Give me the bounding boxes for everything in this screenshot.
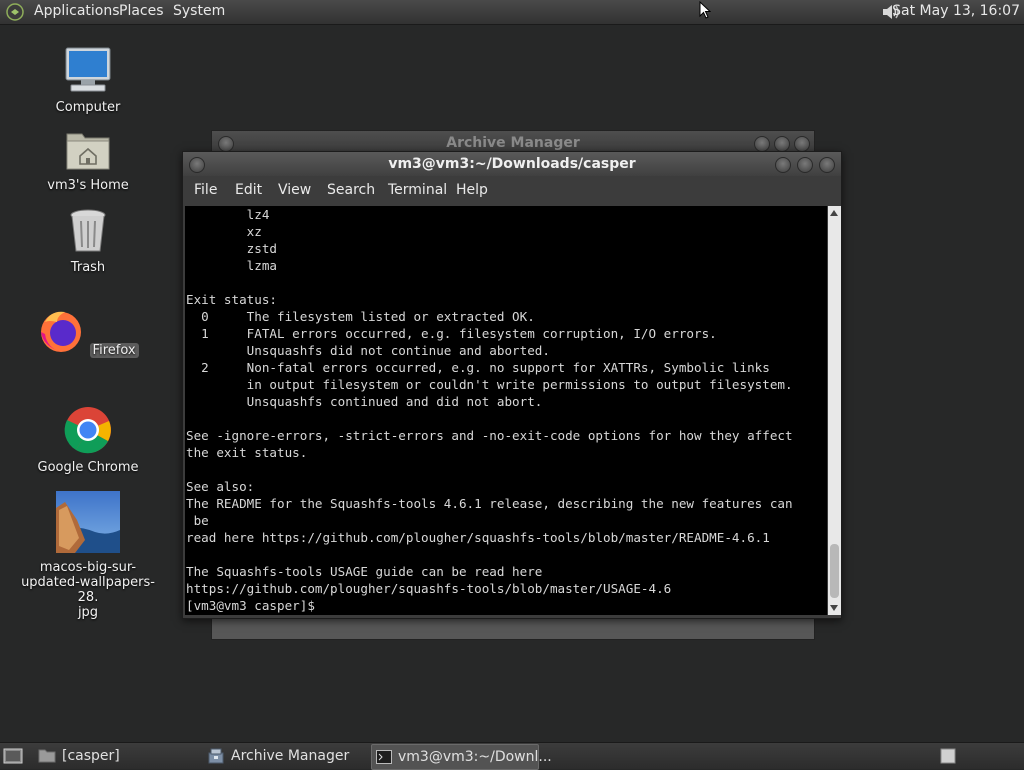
menu-edit[interactable]: Edit: [235, 182, 262, 198]
menu-file[interactable]: File: [194, 182, 217, 198]
menu-help[interactable]: Help: [456, 182, 488, 198]
home-folder-icon: [66, 133, 110, 170]
taskbar-item-label: vm3@vm3:~/Downl...: [398, 749, 552, 765]
desktop-icon-label: macos-big-sur- updated-wallpapers-28. jp…: [21, 560, 155, 620]
taskbar-item-label: Archive Manager: [231, 748, 350, 764]
maximize-icon[interactable]: [797, 157, 813, 173]
desktop-icon-label: vm3's Home: [47, 178, 129, 193]
trash-icon: [70, 209, 106, 252]
computer-icon: [65, 47, 111, 92]
taskbar-item-terminal[interactable]: vm3@vm3:~/Downl...: [371, 744, 552, 770]
menu-search[interactable]: Search: [327, 182, 375, 198]
menu-terminal[interactable]: Terminal: [388, 182, 447, 198]
terminal-screen[interactable]: lz4 xz zstd lzma Exit status: 0 The file…: [185, 206, 827, 615]
window-title: vm3@vm3:~/Downloads/casper: [388, 156, 636, 172]
window-menu-icon[interactable]: [218, 136, 234, 152]
archive-manager-statusbar: [212, 617, 814, 639]
minimize-icon[interactable]: [754, 136, 770, 152]
chrome-icon: [64, 407, 111, 454]
mouse-cursor-icon: [699, 1, 711, 19]
system-menu[interactable]: System: [173, 3, 225, 19]
desktop-icon-home[interactable]: vm3's Home: [18, 128, 158, 193]
desktop-icon-computer[interactable]: Computer: [18, 46, 158, 115]
window-title: Archive Manager: [446, 135, 580, 151]
gnome-foot-icon[interactable]: [6, 3, 24, 21]
taskbar-item-label: [casper]: [62, 748, 120, 764]
image-thumbnail-icon: [56, 491, 120, 553]
terminal-menubar: File Edit View Search Terminal Help: [183, 176, 841, 204]
desktop-icon-trash[interactable]: Trash: [18, 208, 158, 275]
terminal-scrollbar[interactable]: [828, 206, 841, 615]
desktop-icon-label: Google Chrome: [37, 460, 139, 475]
firefox-icon: [41, 311, 82, 352]
folder-icon: [38, 749, 56, 763]
show-desktop-icon[interactable]: [3, 748, 23, 764]
terminal-output: lz4 xz zstd lzma Exit status: 0 The file…: [186, 207, 793, 613]
scrollbar-thumb[interactable]: [830, 544, 839, 598]
menu-view[interactable]: View: [278, 182, 311, 198]
desktop-icon-wallpaper-file[interactable]: macos-big-sur- updated-wallpapers-28. jp…: [18, 490, 158, 620]
close-icon[interactable]: [794, 136, 810, 152]
desktop-icon-chrome[interactable]: Google Chrome: [18, 406, 158, 475]
bottom-panel: [casper] Archive Manager vm3@vm3:~/Downl…: [0, 742, 1024, 770]
desktop-icon-label: Firefox: [89, 343, 139, 358]
desktop-icon-label: Trash: [70, 260, 106, 275]
terminal-titlebar[interactable]: vm3@vm3:~/Downloads/casper: [183, 152, 841, 176]
desktop-icon-firefox[interactable]: Firefox: [18, 308, 158, 358]
desktop-icon-label: Computer: [55, 100, 121, 115]
taskbar-item-casper[interactable]: [casper]: [36, 744, 196, 768]
minimize-icon[interactable]: [775, 157, 791, 173]
taskbar-item-archive-manager[interactable]: Archive Manager: [205, 744, 365, 768]
window-menu-icon[interactable]: [189, 157, 205, 173]
maximize-icon[interactable]: [774, 136, 790, 152]
top-panel: Applications Places System Sat May 13, 1…: [0, 0, 1024, 25]
places-menu[interactable]: Places: [119, 3, 164, 19]
terminal-window[interactable]: vm3@vm3:~/Downloads/casper File Edit Vie…: [182, 151, 842, 619]
scroll-down-icon[interactable]: [830, 605, 838, 611]
terminal-icon: [376, 750, 392, 764]
scroll-up-icon[interactable]: [830, 210, 838, 216]
workspace-switcher-icon[interactable]: [940, 748, 956, 764]
clock[interactable]: Sat May 13, 16:07: [892, 3, 1020, 19]
applications-menu[interactable]: Applications: [34, 3, 120, 19]
close-icon[interactable]: [819, 157, 835, 173]
archive-manager-icon: [208, 748, 224, 764]
